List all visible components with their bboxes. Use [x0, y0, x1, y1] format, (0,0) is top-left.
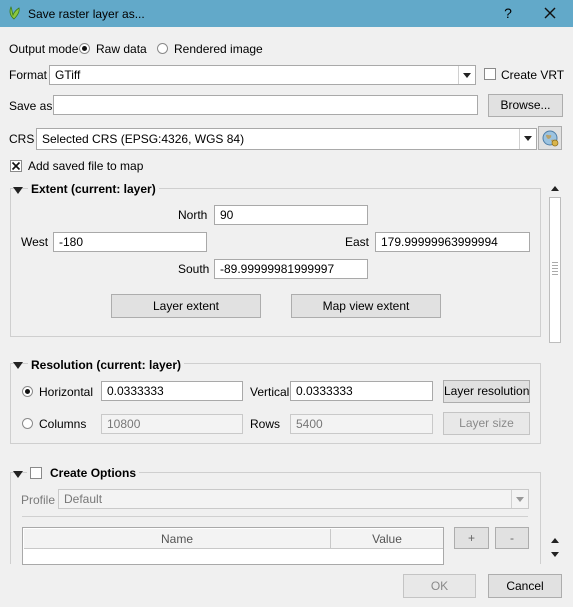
- create-vrt-checkbox[interactable]: [484, 68, 496, 80]
- profile-label: Profile: [21, 493, 56, 507]
- chevron-down-icon: [458, 66, 475, 84]
- extent-title: Extent (current: layer): [28, 181, 159, 197]
- globe-icon: [542, 130, 559, 147]
- save-as-input[interactable]: [53, 95, 478, 115]
- qgis-logo-icon: [9, 6, 20, 20]
- ok-button[interactable]: OK: [403, 574, 476, 598]
- profile-combo[interactable]: Default: [58, 489, 529, 509]
- rows-label: Rows: [250, 417, 281, 431]
- scroll-up-icon[interactable]: [548, 183, 562, 195]
- collapse-triangle-icon[interactable]: [13, 187, 23, 194]
- add-option-button[interactable]: +: [454, 527, 489, 549]
- north-label: North: [178, 208, 208, 222]
- columns-input[interactable]: 10800: [101, 414, 243, 434]
- rendered-image-radio[interactable]: [157, 43, 168, 54]
- layer-resolution-button[interactable]: Layer resolution: [443, 380, 530, 403]
- format-combo[interactable]: GTiff: [49, 65, 476, 85]
- scroll-up-icon[interactable]: [548, 535, 562, 547]
- window-title: Save raster layer as...: [28, 7, 145, 21]
- checkmark-icon: [11, 161, 21, 171]
- east-input[interactable]: 179.99999963999994: [375, 232, 530, 252]
- format-value: GTiff: [55, 68, 81, 82]
- save-as-label: Save as: [9, 99, 53, 113]
- format-label: Format: [9, 68, 48, 82]
- add-saved-file-checkbox[interactable]: [10, 160, 22, 172]
- collapse-triangle-icon[interactable]: [13, 362, 23, 369]
- output-mode-label: Output mode: [9, 42, 79, 56]
- columns-label: Columns: [39, 417, 87, 431]
- table-header-value[interactable]: Value: [331, 529, 443, 549]
- map-view-extent-button[interactable]: Map view extent: [291, 294, 441, 318]
- remove-option-button[interactable]: -: [495, 527, 529, 549]
- horizontal-label: Horizontal: [39, 385, 94, 399]
- crs-selector-button[interactable]: [538, 126, 562, 150]
- crs-value: Selected CRS (EPSG:4326, WGS 84): [42, 132, 245, 146]
- chevron-down-icon: [519, 129, 536, 149]
- create-options-checkbox[interactable]: [30, 467, 42, 479]
- west-label: West: [21, 235, 49, 249]
- scrollbar-thumb[interactable]: [549, 197, 561, 343]
- add-saved-file-label: Add saved file to map: [28, 159, 144, 173]
- crs-label: CRS: [9, 132, 35, 146]
- browse-button[interactable]: Browse...: [488, 94, 563, 117]
- horizontal-radio[interactable]: [22, 386, 33, 397]
- raw-data-label: Raw data: [96, 42, 147, 56]
- table-header-name[interactable]: Name: [24, 529, 331, 549]
- west-input[interactable]: -180: [53, 232, 207, 252]
- help-button[interactable]: ?: [498, 3, 518, 23]
- vertical-label: Vertical: [250, 385, 290, 399]
- layer-size-button[interactable]: Layer size: [443, 412, 530, 435]
- rendered-image-label: Rendered image: [174, 42, 263, 56]
- layer-extent-button[interactable]: Layer extent: [111, 294, 261, 318]
- profile-value: Default: [64, 492, 103, 506]
- horizontal-input[interactable]: 0.0333333: [101, 381, 243, 401]
- scroll-down-icon[interactable]: [548, 549, 562, 561]
- chevron-down-icon: [511, 490, 528, 508]
- resolution-title: Resolution (current: layer): [28, 357, 185, 373]
- vertical-input[interactable]: 0.0333333: [290, 381, 433, 401]
- rows-input[interactable]: 5400: [290, 414, 433, 434]
- divider: [22, 516, 528, 517]
- north-input[interactable]: 90: [214, 205, 368, 225]
- east-label: East: [345, 235, 370, 249]
- options-table[interactable]: Name Value: [22, 527, 444, 565]
- close-icon[interactable]: [538, 3, 562, 23]
- south-input[interactable]: -89.99999981999997: [214, 259, 368, 279]
- south-label: South: [178, 262, 210, 276]
- create-options-title: Create Options: [47, 465, 140, 481]
- columns-radio[interactable]: [22, 418, 33, 429]
- collapse-triangle-icon[interactable]: [13, 471, 23, 478]
- raw-data-radio[interactable]: [79, 43, 90, 54]
- cancel-button[interactable]: Cancel: [488, 574, 562, 598]
- crs-combo[interactable]: Selected CRS (EPSG:4326, WGS 84): [36, 128, 537, 150]
- create-vrt-label: Create VRT: [501, 68, 565, 82]
